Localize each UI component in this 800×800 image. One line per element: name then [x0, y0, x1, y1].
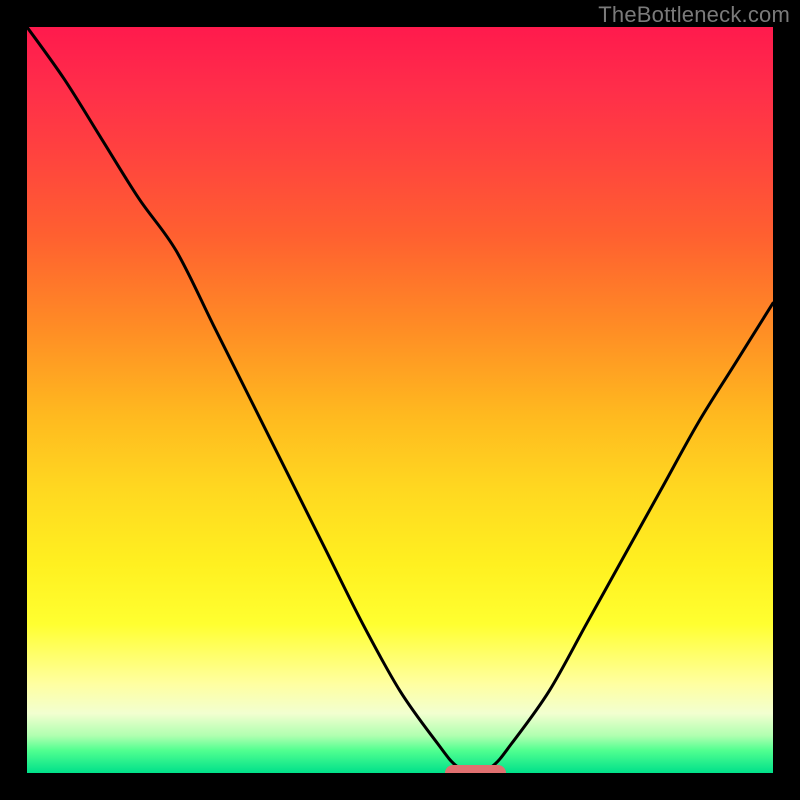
- bottleneck-curve: [27, 27, 773, 773]
- optimal-range-marker: [445, 765, 506, 773]
- plot-area: [27, 27, 773, 773]
- chart-frame: TheBottleneck.com: [0, 0, 800, 800]
- watermark-text: TheBottleneck.com: [598, 2, 790, 28]
